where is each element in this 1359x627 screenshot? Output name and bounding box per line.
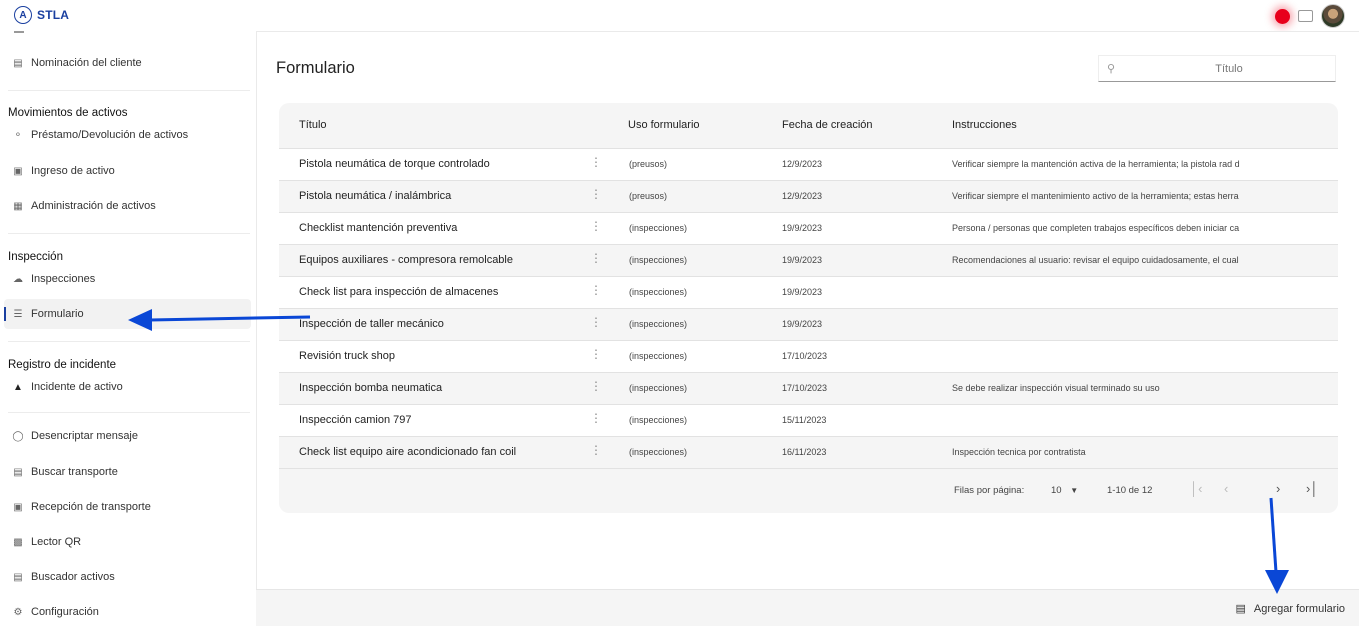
annotation-arrows (128, 309, 1289, 594)
arrow-to-formulario (128, 309, 311, 331)
arrow-to-add-form (1265, 497, 1289, 594)
